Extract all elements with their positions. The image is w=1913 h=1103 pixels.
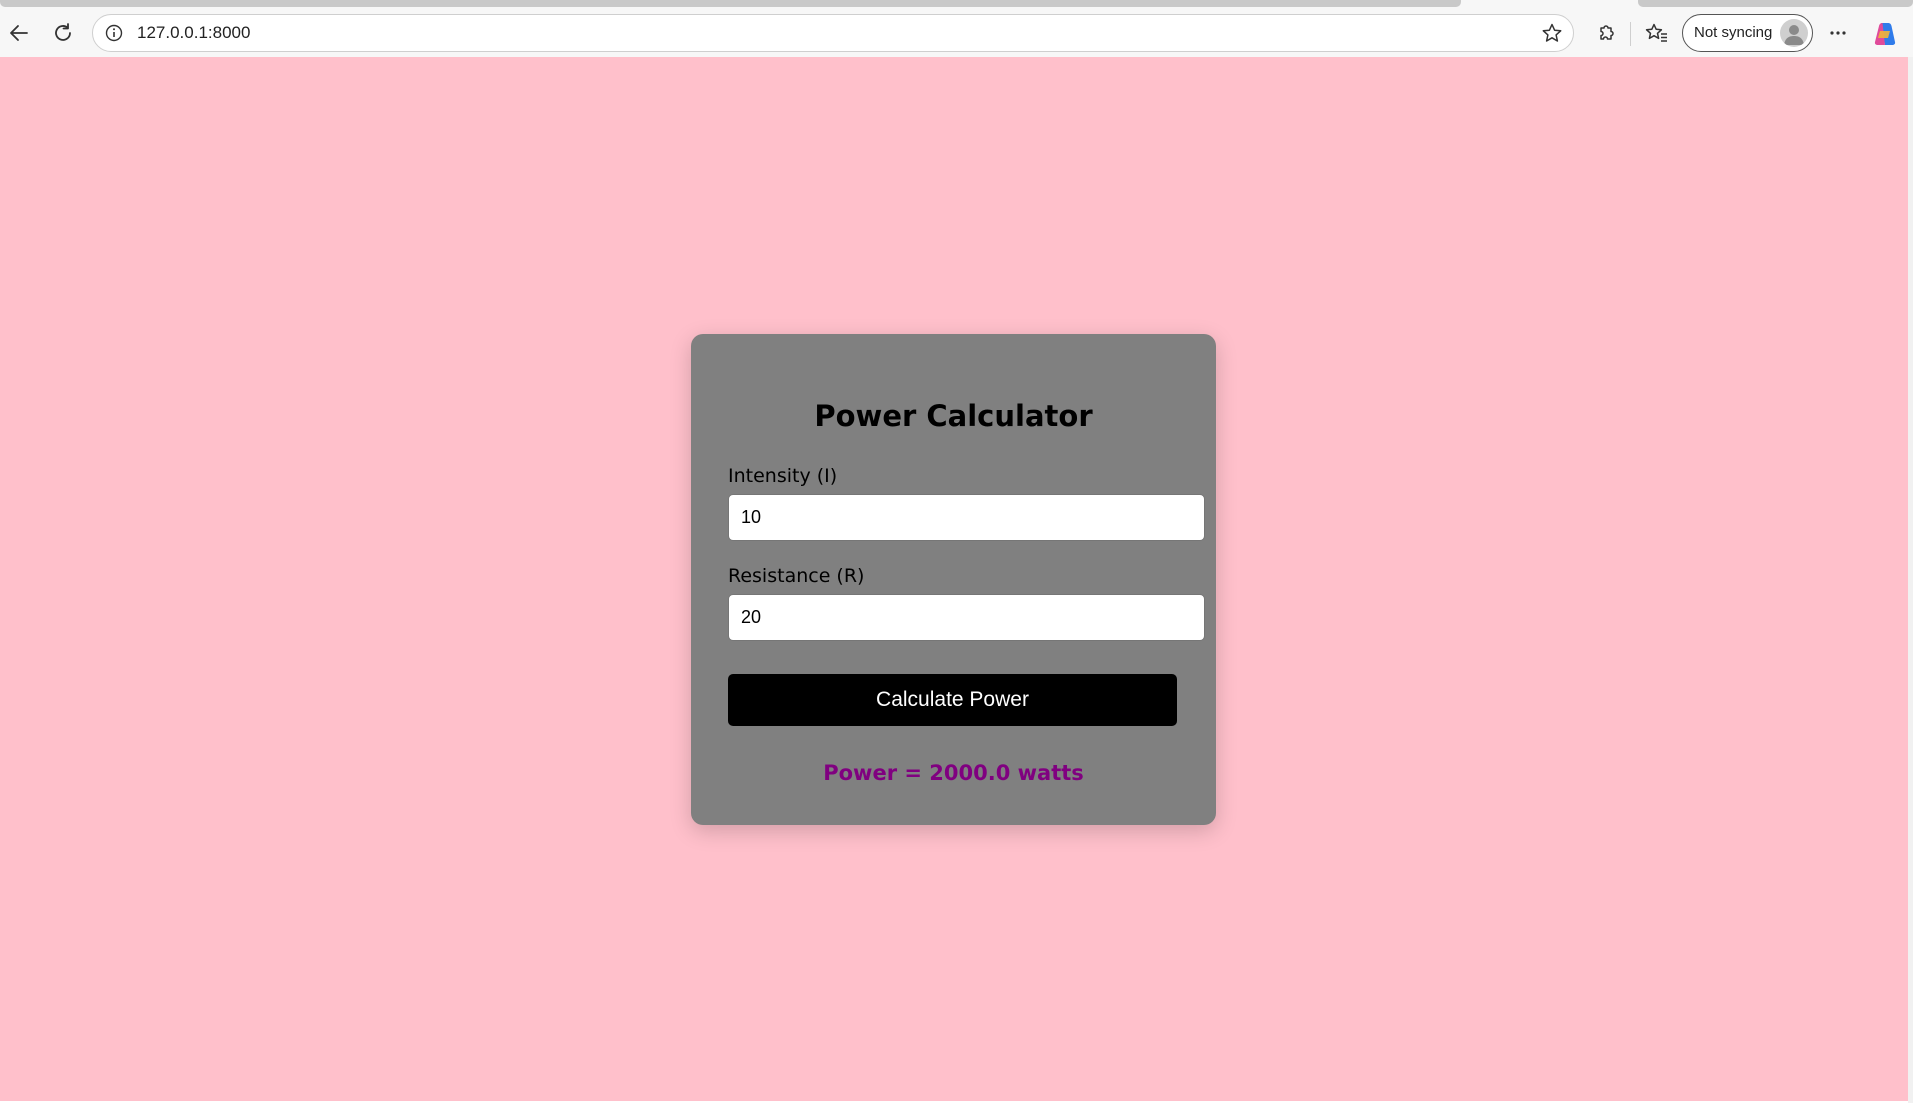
resistance-label: Resistance (R) bbox=[728, 565, 865, 587]
avatar-icon bbox=[1780, 19, 1808, 47]
window-edge bbox=[1908, 57, 1913, 1103]
url-text[interactable]: 127.0.0.1:8000 bbox=[137, 24, 250, 42]
extensions-button[interactable] bbox=[1589, 16, 1623, 50]
profile-sync-button[interactable]: Not syncing bbox=[1682, 14, 1813, 52]
info-icon[interactable] bbox=[105, 24, 123, 42]
calculate-power-button[interactable]: Calculate Power bbox=[728, 674, 1177, 726]
puzzle-icon bbox=[1600, 25, 1614, 40]
page-title: Power Calculator bbox=[814, 399, 1093, 433]
more-icon bbox=[1830, 31, 1846, 35]
back-arrow-icon bbox=[10, 25, 28, 41]
toolbar-divider bbox=[1630, 22, 1631, 46]
tab-strip-scrollbar[interactable] bbox=[0, 0, 1461, 7]
address-bar[interactable]: 127.0.0.1:8000 bbox=[92, 14, 1574, 52]
favorites-button[interactable] bbox=[1640, 16, 1674, 50]
back-button[interactable] bbox=[2, 16, 36, 50]
power-result: Power = 2000.0 watts bbox=[823, 761, 1084, 785]
copilot-icon[interactable] bbox=[1871, 20, 1899, 48]
tab-strip-scrollbar-end[interactable] bbox=[1638, 0, 1913, 7]
reload-button[interactable] bbox=[46, 16, 80, 50]
browser-toolbar: 127.0.0.1:8000 Not syncing bbox=[0, 0, 1913, 57]
intensity-label: Intensity (I) bbox=[728, 465, 838, 487]
calculator-card: Power Calculator Intensity (I) Resistanc… bbox=[691, 334, 1216, 825]
intensity-input[interactable] bbox=[728, 494, 1205, 541]
reload-icon bbox=[55, 23, 71, 41]
more-button[interactable] bbox=[1821, 16, 1855, 50]
resistance-input[interactable] bbox=[728, 594, 1205, 641]
favorites-icon bbox=[1645, 23, 1667, 42]
sync-status-label: Not syncing bbox=[1694, 24, 1773, 41]
star-icon[interactable] bbox=[1541, 22, 1563, 44]
